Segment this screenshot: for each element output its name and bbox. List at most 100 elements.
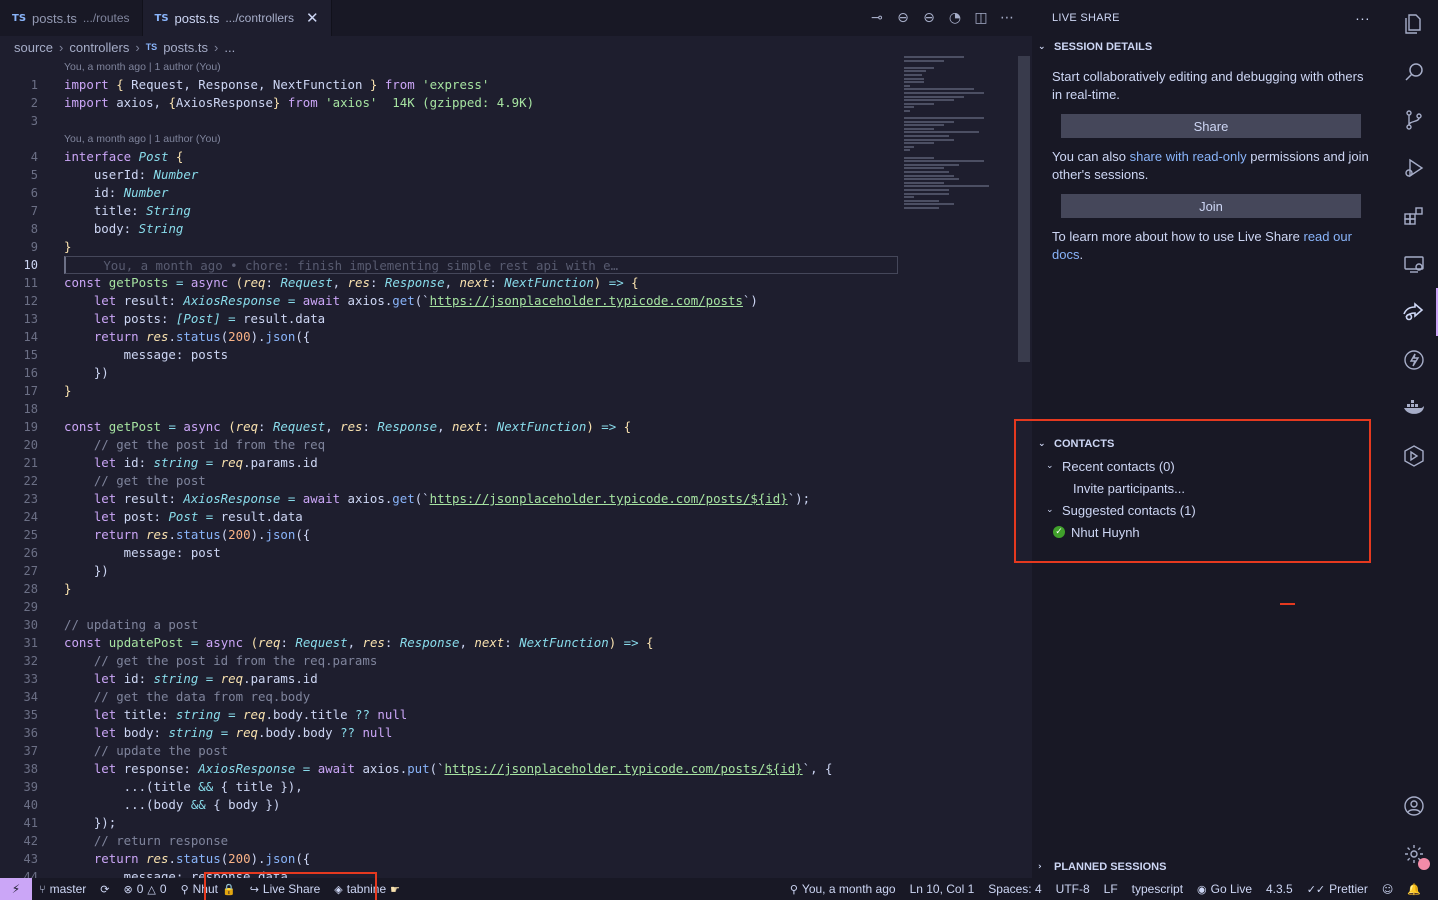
line-number: 8 <box>30 222 38 236</box>
account-icon[interactable] <box>1390 782 1438 830</box>
contact-item[interactable]: ✓ Nhut Huynh <box>1032 521 1390 543</box>
breadcrumb-controllers[interactable]: controllers <box>69 40 129 55</box>
line-number: 17 <box>23 384 38 398</box>
suggested-contacts-group[interactable]: ⌄ Suggested contacts (1) <box>1032 499 1390 521</box>
thunder-client-icon[interactable] <box>1390 336 1438 384</box>
line-number: 12 <box>23 294 38 308</box>
prettier-status[interactable]: ✓✓ Prettier <box>1300 878 1375 900</box>
minimap-line <box>904 81 924 84</box>
search-icon[interactable] <box>1390 48 1438 96</box>
breadcrumb-file[interactable]: posts.ts <box>163 40 208 55</box>
import-cost-label: 14K (gzipped: 4.9K) <box>392 95 535 110</box>
status-right: ⚲ You, a month ago Ln 10, Col 1 Spaces: 4… <box>783 878 1428 900</box>
git-compare-icon[interactable]: ⊸ <box>868 10 886 26</box>
explorer-icon[interactable] <box>1390 0 1438 48</box>
tab-posts-controllers[interactable]: TS posts.ts .../controllers ✕ <box>142 0 332 36</box>
breadcrumb-symbol[interactable]: ... <box>224 40 235 55</box>
contacts-header[interactable]: ⌄ CONTACTS <box>1032 433 1390 455</box>
more-actions-icon[interactable]: ··· <box>1355 10 1370 26</box>
tabnine-status[interactable]: ◈ tabnine ☛ <box>327 878 407 900</box>
previous-change-icon[interactable]: ⊖ <box>894 10 912 26</box>
settings-gear-icon[interactable] <box>1390 830 1438 878</box>
line-number: 28 <box>23 582 38 596</box>
run-debug-icon[interactable] <box>1390 144 1438 192</box>
code-line: 13 let posts: [Post] = result.data <box>0 310 900 328</box>
cursor-position[interactable]: Ln 10, Col 1 <box>903 878 982 900</box>
branch-status[interactable]: ⑂ master <box>32 878 93 900</box>
session-details-header[interactable]: ⌄ SESSION DETAILS <box>1032 36 1390 58</box>
minimap-line <box>904 77 924 80</box>
section-title: CONTACTS <box>1054 438 1115 450</box>
sync-button[interactable]: ⟳ <box>93 878 116 900</box>
live-share-status[interactable]: ↪ Live Share <box>243 878 328 900</box>
minimap-line <box>904 131 979 134</box>
ts-version[interactable]: 4.3.5 <box>1259 878 1300 900</box>
status-bar: ⚡ ⑂ master ⟳ ⊗ 0 △ 0 ⚲ Nhut 🔒 ↪ Live Share ◈ tab… <box>0 878 1438 900</box>
line-number: 33 <box>23 672 38 686</box>
contacts-section: ⌄ CONTACTS ⌄ Recent contacts (0) Invite … <box>1032 433 1390 543</box>
editor-scrollbar[interactable] <box>1018 56 1030 362</box>
minimap-line <box>904 102 934 105</box>
share-button[interactable]: Share <box>1061 114 1361 138</box>
go-live-button[interactable]: ◉ Go Live <box>1190 878 1259 900</box>
timeline-icon[interactable]: ◔ <box>946 10 964 26</box>
code-line: 38 let response: AxiosResponse = await a… <box>0 760 900 778</box>
line-number: 29 <box>23 600 38 614</box>
remote-explorer-icon[interactable] <box>1390 240 1438 288</box>
tab-posts-routes[interactable]: TS posts.ts .../routes <box>0 0 143 36</box>
minimap[interactable] <box>904 56 1014 216</box>
code-line: 7 title: String <box>0 202 900 220</box>
feedback-button[interactable]: ☺ <box>1375 878 1400 900</box>
line-number: 18 <box>23 402 38 416</box>
minimap-line <box>904 70 926 73</box>
recent-contacts-group[interactable]: ⌄ Recent contacts (0) <box>1032 455 1390 477</box>
encoding[interactable]: UTF-8 <box>1049 878 1097 900</box>
language-mode[interactable]: typescript <box>1125 878 1190 900</box>
more-actions-icon[interactable]: ⋯ <box>998 10 1016 26</box>
section-title: PLANNED SESSIONS <box>1054 861 1167 873</box>
line-number: 19 <box>23 420 38 434</box>
join-button[interactable]: Join <box>1061 194 1361 218</box>
code-line: 17} <box>0 382 900 400</box>
invite-participants-item[interactable]: Invite participants... <box>1032 477 1390 499</box>
minimap-line <box>904 171 949 173</box>
minimap-line <box>904 56 964 58</box>
share-read-only-link[interactable]: share with read-only <box>1130 149 1247 164</box>
close-icon[interactable]: ✕ <box>306 9 319 27</box>
next-change-icon[interactable]: ⊖ <box>920 10 938 26</box>
chevron-down-icon: ⌄ <box>1038 439 1046 449</box>
code-editor[interactable]: You, a month ago | 1 author (You) 1 impor… <box>0 58 900 878</box>
source-control-icon[interactable] <box>1390 96 1438 144</box>
chevron-right-icon: › <box>135 39 140 55</box>
live-share-user-status[interactable]: ⚲ Nhut 🔒 <box>174 878 243 900</box>
codelens-author[interactable]: You, a month ago | 1 author (You) <box>0 130 900 148</box>
end-of-line[interactable]: LF <box>1097 878 1125 900</box>
breadcrumb-source[interactable]: source <box>14 40 53 55</box>
blame-status[interactable]: ⚲ You, a month ago <box>783 878 903 900</box>
gitlens-icon[interactable] <box>1390 432 1438 480</box>
live-share-icon[interactable] <box>1390 288 1438 336</box>
minimap-line <box>904 203 954 206</box>
planned-sessions-section: › PLANNED SESSIONS <box>1032 856 1390 878</box>
minimap-line <box>904 91 984 94</box>
bell-icon: 🔔 <box>1407 882 1421 896</box>
remote-indicator-icon[interactable]: ⚡ <box>0 878 32 900</box>
indentation[interactable]: Spaces: 4 <box>981 878 1048 900</box>
code-line: 41 }); <box>0 814 900 832</box>
line-number: 2 <box>30 96 38 110</box>
chevron-down-icon: ⌄ <box>1038 42 1046 52</box>
check-double-icon: ✓✓ <box>1306 882 1326 896</box>
lock-icon: 🔒 <box>222 882 236 896</box>
split-editor-icon[interactable]: ◫ <box>972 10 990 26</box>
docker-icon[interactable] <box>1390 384 1438 432</box>
codelens-author[interactable]: You, a month ago | 1 author (You) <box>0 58 900 76</box>
extensions-icon[interactable] <box>1390 192 1438 240</box>
code-line: 6 id: Number <box>0 184 900 202</box>
notifications-button[interactable]: 🔔 <box>1400 878 1428 900</box>
minimap-line <box>904 145 914 148</box>
problems-status[interactable]: ⊗ 0 △ 0 <box>117 878 174 900</box>
code-line: 2 import axios, {AxiosResponse} from 'axi… <box>0 94 900 112</box>
feedback-icon: ☺ <box>1381 882 1394 896</box>
line-number: 39 <box>23 780 38 794</box>
planned-sessions-header[interactable]: › PLANNED SESSIONS <box>1032 856 1390 878</box>
